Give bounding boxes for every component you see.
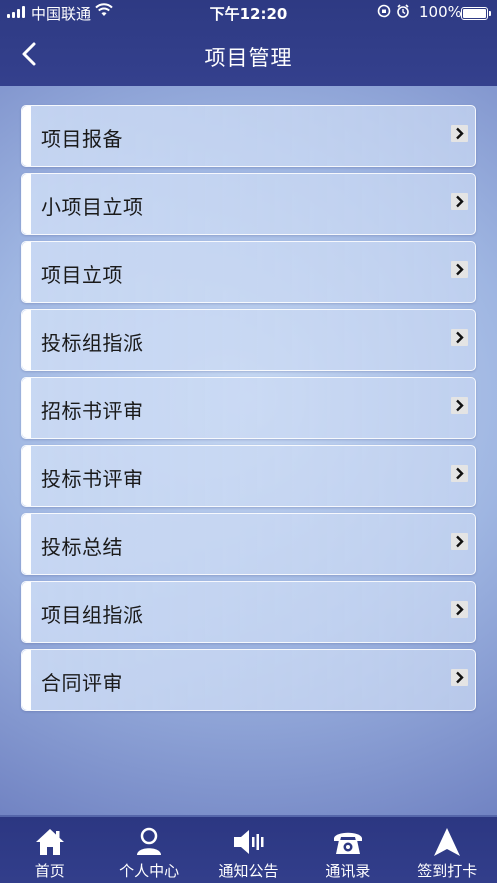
menu-item-small-project-approval[interactable]: 小项目立项 (21, 173, 476, 235)
status-bar: 中国联通 下午12:20 100% (0, 0, 497, 26)
navigation-arrow-icon (433, 827, 461, 861)
menu-item-contract-review[interactable]: 合同评审 (21, 649, 476, 711)
item-accent-bar (22, 514, 31, 574)
top-bar: 中国联通 下午12:20 100% 项目管理 (0, 0, 497, 86)
chevron-right-icon (451, 125, 468, 142)
menu-item-label: 投标书评审 (41, 467, 144, 491)
item-accent-bar (22, 174, 31, 234)
tab-contacts[interactable]: 通讯录 (298, 817, 397, 883)
chevron-right-icon (451, 193, 468, 210)
menu-item-label: 合同评审 (41, 671, 123, 695)
item-accent-bar (22, 582, 31, 642)
tab-label: 个人中心 (119, 862, 180, 880)
rotation-lock-icon (377, 3, 413, 23)
menu-item-bid-team-assignment[interactable]: 投标组指派 (21, 309, 476, 371)
menu-item-project-team-assignment[interactable]: 项目组指派 (21, 581, 476, 643)
tab-label: 签到打卡 (417, 862, 478, 880)
item-accent-bar (22, 446, 31, 506)
tab-label: 首页 (34, 862, 65, 880)
item-accent-bar (22, 310, 31, 370)
tab-check-in[interactable]: 签到打卡 (398, 817, 497, 883)
chevron-right-icon (451, 533, 468, 550)
battery-icon (461, 7, 491, 20)
item-accent-bar (22, 650, 31, 710)
item-accent-bar (22, 378, 31, 438)
bottom-tab-bar: 首页 个人中心 通知公告 通讯录 签到打卡 (0, 815, 497, 883)
menu-item-bid-summary[interactable]: 投标总结 (21, 513, 476, 575)
speaker-icon (232, 827, 264, 861)
menu-item-label: 招标书评审 (41, 399, 144, 423)
menu-item-bid-doc-review[interactable]: 投标书评审 (21, 445, 476, 507)
tab-personal-center[interactable]: 个人中心 (99, 817, 198, 883)
tab-home[interactable]: 首页 (0, 817, 99, 883)
person-icon (135, 827, 163, 861)
home-icon (35, 827, 65, 861)
chevron-right-icon (451, 669, 468, 686)
menu-item-label: 投标总结 (41, 535, 123, 559)
menu-item-label: 项目立项 (41, 263, 123, 287)
chevron-right-icon (451, 261, 468, 278)
menu-item-tender-doc-review[interactable]: 招标书评审 (21, 377, 476, 439)
menu-item-label: 投标组指派 (41, 331, 144, 355)
chevron-right-icon (451, 465, 468, 482)
tab-label: 通知公告 (218, 862, 279, 880)
item-accent-bar (22, 106, 31, 166)
chevron-right-icon (451, 329, 468, 346)
page-title: 项目管理 (204, 46, 293, 70)
item-accent-bar (22, 242, 31, 302)
menu-item-label: 项目组指派 (41, 603, 144, 627)
tab-label: 通讯录 (325, 862, 371, 880)
chevron-right-icon (451, 397, 468, 414)
menu-list: 项目报备 小项目立项 项目立项 投标组指派 招标书评审 投标书评审 投标总结 项… (21, 105, 476, 717)
battery-percent: 100% (419, 3, 462, 21)
menu-item-project-approval[interactable]: 项目立项 (21, 241, 476, 303)
tab-notices[interactable]: 通知公告 (199, 817, 298, 883)
chevron-right-icon (451, 601, 468, 618)
menu-item-project-report[interactable]: 项目报备 (21, 105, 476, 167)
telephone-icon (332, 827, 364, 861)
menu-item-label: 小项目立项 (41, 195, 144, 219)
menu-item-label: 项目报备 (41, 127, 123, 151)
